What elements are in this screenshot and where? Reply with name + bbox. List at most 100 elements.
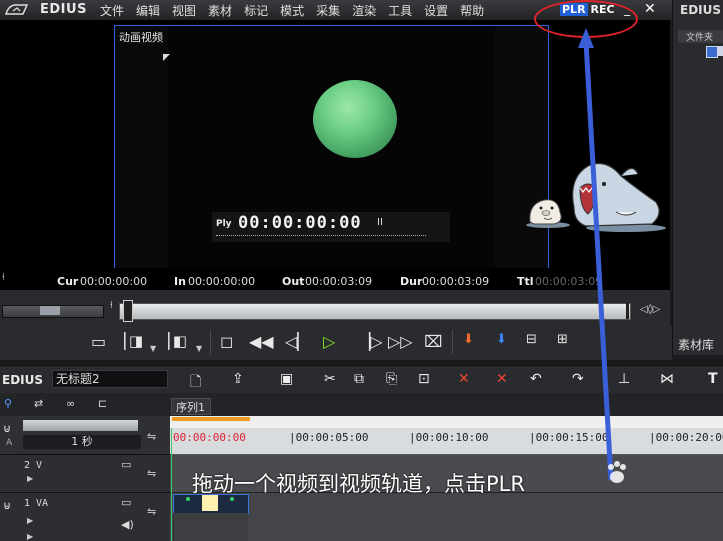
menu-render[interactable]: 渲染 [352,2,376,19]
ripple-icon[interactable]: ⊏ [98,397,107,410]
divider [452,330,453,354]
out-point-marker [626,303,629,319]
delete-icon[interactable]: ✕ [458,371,470,387]
tutorial-caption: 拖动一个视频到视频轨道，点击PLR [192,472,525,496]
bin-tab[interactable]: 素材库 [678,336,714,353]
expand-chevron-down-icon[interactable]: ⊍ [3,422,11,435]
set-out-icon[interactable]: ⎮◧ [165,332,187,352]
sync-lock-icon[interactable]: ⇄ [34,397,43,410]
menu-marker[interactable]: 标记 [244,2,268,19]
menu-settings[interactable]: 设置 [424,2,448,19]
track-name: 2 V [24,460,43,471]
expand-triangle-icon[interactable]: ▶ [27,516,33,525]
menu-help[interactable]: 帮助 [460,2,484,19]
ruler-label: |00:00:10:00 [409,431,489,444]
cur-timecode[interactable]: 00:00:00:00 [80,275,147,288]
video-monitor-icon[interactable]: ▭ [121,458,131,471]
cut-icon[interactable]: ✂ [324,371,336,387]
overwrite-to-timeline-icon[interactable]: ⬇ [496,332,507,352]
copy-icon[interactable]: ⧉ [354,371,364,387]
clip-audio-area [173,513,248,541]
dur-timecode[interactable]: 00:00:03:09 [422,275,489,288]
sync-icon[interactable]: ⊞ [557,332,568,352]
undo-icon[interactable]: ↶ [530,371,542,387]
divider [210,330,211,354]
insert-to-timeline-icon[interactable]: ⬇ [463,332,474,352]
speaker-icon[interactable]: ◀) [121,518,134,531]
sync-arrows-icon[interactable]: ⇋ [147,430,156,443]
in-out-range [172,417,250,421]
match-frame-icon[interactable]: ⊟ [526,332,537,352]
ruler-label: |00:00:20:00 [649,431,723,444]
folder-icon[interactable] [706,46,718,58]
position-handle[interactable] [123,300,133,322]
fast-forward-icon[interactable]: ▷▷ [388,332,413,352]
track-collapse-icon[interactable]: ⊍ [3,499,11,512]
folder-item[interactable] [718,46,723,56]
track-a-label: A [6,438,13,448]
open-project-icon[interactable]: ⇪ [232,371,244,387]
zoom-slider[interactable] [23,420,138,431]
cur-label: Cur [57,275,79,288]
menu-clip[interactable]: 素材 [208,2,232,19]
expand-triangle-icon[interactable]: ▶ [27,474,33,483]
track-sync-icon[interactable]: ⇋ [147,505,156,518]
tape-icon[interactable]: ▭ [91,332,106,352]
in-timecode[interactable]: 00:00:00:00 [188,275,255,288]
video-monitor-icon[interactable]: ▭ [121,496,131,509]
ruler-label: 00:00:00:00 [173,431,246,444]
rewind-icon[interactable]: ◀◀ [249,332,274,352]
track-name: 1 VA [24,498,49,509]
ttl-label: Ttl [517,275,534,288]
menu-capture[interactable]: 采集 [316,2,340,19]
plr-highlight-circle [534,0,638,38]
title-icon[interactable]: T [708,371,718,387]
out-timecode[interactable]: 00:00:03:09 [305,275,372,288]
sequence-name-field[interactable]: 无标题2 [52,370,168,388]
seal-sticker-icon [526,199,570,228]
safe-area-corner-icon [163,54,170,61]
step-back-icon[interactable]: ◁▏ [285,332,310,352]
marker-icon[interactable]: ⊥ [618,371,630,387]
track-lane-1va[interactable] [170,493,723,541]
snap-icon[interactable]: ⚲ [4,397,12,410]
set-in-chevron-down-icon[interactable]: ▼ [150,344,156,353]
paste-icon[interactable]: ⎘ [386,371,397,387]
timeline-scale-selector[interactable]: 1 秒 [23,435,141,449]
overlay-timecode: 00:00:00:00 [238,213,362,233]
save-icon[interactable]: ▣ [280,371,293,387]
redo-icon[interactable]: ↷ [572,371,584,387]
step-forward-icon[interactable]: ▕▷ [358,332,383,352]
shark-sticker-icon [572,163,666,232]
menu-file[interactable]: 文件 [100,2,124,19]
audio-monitor-icon[interactable]: ◁◊▷ [640,304,660,315]
position-slider[interactable] [119,303,631,320]
out-label: Out [282,275,305,288]
set-in-icon[interactable]: ⎮◨ [121,332,143,352]
menu-view[interactable]: 视图 [172,2,196,19]
in-marker-icon: ⍿ [110,300,113,311]
clip-name-label: 动画视频 [119,31,163,44]
stop-icon[interactable]: ◻ [220,332,233,352]
ripple-delete-icon[interactable]: ✕ [496,371,508,387]
timeline-cursor[interactable] [171,428,172,541]
link-icon[interactable]: ∞ [66,397,75,410]
expand-triangle-icon[interactable]: ▶ [27,532,33,541]
shuttle-knob[interactable] [40,306,60,315]
folder-column-header[interactable]: 文件夹 [678,30,723,43]
overlay-prefix: Ply [216,219,232,229]
menu-mode[interactable]: 模式 [280,2,304,19]
main-menu: 文件 编辑 视图 素材 标记 模式 采集 渲染 工具 设置 帮助 [100,2,484,19]
ttl-timecode: 00:00:03:09 [535,275,603,288]
new-project-icon[interactable]: 🗋 [190,371,201,395]
loop-icon[interactable]: ⌧ [424,332,442,352]
insert-mode-icon[interactable]: ⊡ [418,371,430,387]
menu-tools[interactable]: 工具 [388,2,412,19]
transition-icon[interactable]: ⋈ [660,371,674,387]
tab-sequence-1[interactable]: 序列1 [171,398,211,415]
play-icon[interactable]: ▷ [323,332,335,352]
set-out-chevron-down-icon[interactable]: ▼ [196,344,202,353]
menu-edit[interactable]: 编辑 [136,2,160,19]
track-sync-icon[interactable]: ⇋ [147,467,156,480]
close-button[interactable]: ✕ [644,1,656,17]
